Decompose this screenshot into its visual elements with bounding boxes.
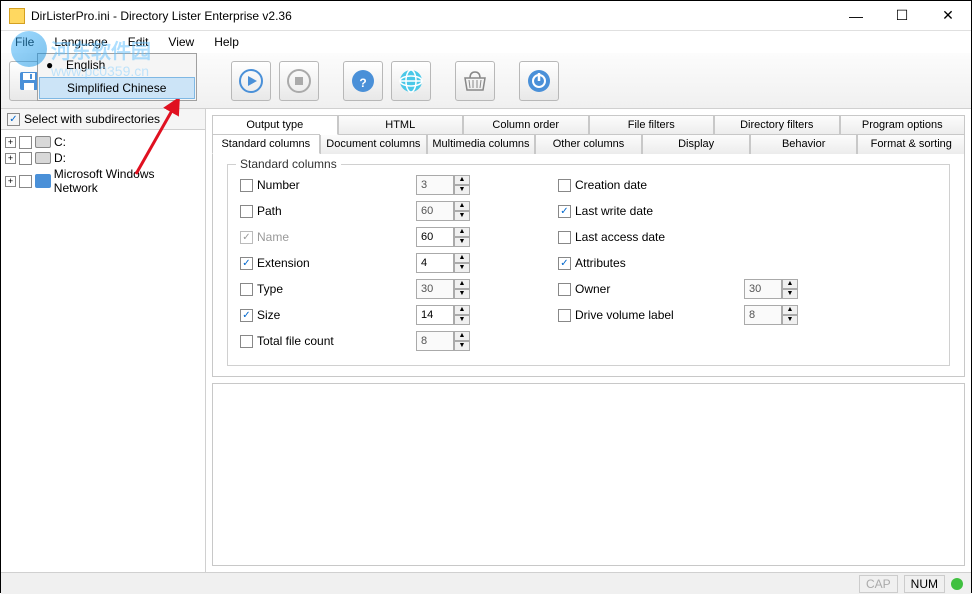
- checkbox-icon[interactable]: [19, 136, 32, 149]
- status-num: NUM: [904, 575, 945, 593]
- help-icon: ?: [351, 69, 375, 93]
- status-cap: CAP: [859, 575, 898, 593]
- checkbox-icon[interactable]: [19, 152, 32, 165]
- tree-node-network[interactable]: + Microsoft Windows Network: [5, 166, 201, 196]
- checkbox-icon[interactable]: [19, 175, 32, 188]
- spin-number[interactable]: ▲▼: [416, 175, 472, 195]
- checkbox-icon: [7, 113, 20, 126]
- network-icon: [35, 174, 51, 188]
- tab-content: Standard columns Number ▲▼ Creation date…: [212, 153, 965, 377]
- spin-name[interactable]: ▲▼: [416, 227, 472, 247]
- tab-html[interactable]: HTML: [338, 115, 464, 135]
- chk-size[interactable]: Size: [240, 308, 400, 322]
- menu-help[interactable]: Help: [206, 33, 247, 51]
- directory-tree-panel: Select with subdirectories + C: + D: + M…: [1, 109, 206, 572]
- web-button[interactable]: [391, 61, 431, 101]
- spin-extension[interactable]: ▲▼: [416, 253, 472, 273]
- tree-node-c[interactable]: + C:: [5, 134, 201, 150]
- check-icon: ●: [46, 58, 53, 72]
- chk-number[interactable]: Number: [240, 178, 400, 192]
- spin-path[interactable]: ▲▼: [416, 201, 472, 221]
- power-button[interactable]: [519, 61, 559, 101]
- output-preview: [212, 383, 965, 566]
- svg-text:?: ?: [359, 76, 366, 90]
- expand-icon[interactable]: +: [5, 153, 16, 164]
- lang-chinese-label: Simplified Chinese: [67, 81, 166, 95]
- menubar: File Language Edit View Help: [1, 31, 971, 53]
- tab-other-columns[interactable]: Other columns: [535, 134, 643, 154]
- app-icon: [9, 8, 25, 24]
- expand-icon[interactable]: +: [5, 137, 16, 148]
- menu-language[interactable]: Language: [46, 33, 115, 51]
- tabs-secondary: Standard columns Document columns Multim…: [212, 134, 965, 154]
- tab-display[interactable]: Display: [642, 134, 750, 154]
- status-indicator-icon: [951, 578, 963, 590]
- lang-english[interactable]: ● English: [38, 54, 196, 76]
- drive-icon: [35, 152, 51, 164]
- chk-path[interactable]: Path: [240, 204, 400, 218]
- spin-total[interactable]: ▲▼: [416, 331, 472, 351]
- select-subdirs-checkbox[interactable]: Select with subdirectories: [1, 109, 205, 130]
- tree-label: Microsoft Windows Network: [54, 167, 201, 195]
- chk-total[interactable]: Total file count: [240, 334, 400, 348]
- close-button[interactable]: ✕: [925, 1, 971, 30]
- drive-icon: [35, 136, 51, 148]
- chk-creation-date[interactable]: Creation date: [558, 178, 728, 192]
- chk-last-write[interactable]: Last write date: [558, 204, 728, 218]
- maximize-button[interactable]: ☐: [879, 1, 925, 30]
- fieldset-label: Standard columns: [236, 157, 341, 171]
- menu-file[interactable]: File: [7, 33, 42, 51]
- standard-columns-group: Standard columns Number ▲▼ Creation date…: [227, 164, 950, 366]
- tab-document-columns[interactable]: Document columns: [320, 134, 428, 154]
- power-icon: [527, 69, 551, 93]
- tab-directory-filters[interactable]: Directory filters: [714, 115, 840, 135]
- chk-extension[interactable]: Extension: [240, 256, 400, 270]
- tree-label: D:: [54, 151, 66, 165]
- tree-label: C:: [54, 135, 66, 149]
- titlebar: DirListerPro.ini - Directory Lister Ente…: [1, 1, 971, 31]
- chk-owner[interactable]: Owner: [558, 282, 728, 296]
- chk-name: Name: [240, 230, 400, 244]
- lang-english-label: English: [66, 58, 105, 72]
- play-button[interactable]: [231, 61, 271, 101]
- options-panel: Output type HTML Column order File filte…: [206, 109, 971, 572]
- tab-standard-columns[interactable]: Standard columns: [212, 134, 320, 154]
- tab-multimedia-columns[interactable]: Multimedia columns: [427, 134, 535, 154]
- spin-size[interactable]: ▲▼: [416, 305, 472, 325]
- menu-edit[interactable]: Edit: [120, 33, 157, 51]
- minimize-button[interactable]: —: [833, 1, 879, 30]
- window-title: DirListerPro.ini - Directory Lister Ente…: [31, 9, 833, 23]
- spin-volume[interactable]: ▲▼: [744, 305, 800, 325]
- statusbar: CAP NUM: [1, 572, 971, 594]
- spin-owner[interactable]: ▲▼: [744, 279, 800, 299]
- basket-icon: [462, 70, 488, 92]
- tab-column-order[interactable]: Column order: [463, 115, 589, 135]
- basket-button[interactable]: [455, 61, 495, 101]
- play-icon: [239, 69, 263, 93]
- tab-file-filters[interactable]: File filters: [589, 115, 715, 135]
- lang-chinese[interactable]: Simplified Chinese: [39, 77, 195, 99]
- expand-icon[interactable]: +: [5, 176, 16, 187]
- tab-behavior[interactable]: Behavior: [750, 134, 858, 154]
- directory-tree: + C: + D: + Microsoft Windows Network: [1, 130, 205, 200]
- chk-attributes[interactable]: Attributes: [558, 256, 728, 270]
- tree-node-d[interactable]: + D:: [5, 150, 201, 166]
- globe-icon: [399, 69, 423, 93]
- tabs-primary: Output type HTML Column order File filte…: [212, 115, 965, 135]
- stop-button[interactable]: [279, 61, 319, 101]
- language-menu: ● English Simplified Chinese: [37, 53, 197, 101]
- menu-view[interactable]: View: [160, 33, 202, 51]
- chk-volume[interactable]: Drive volume label: [558, 308, 728, 322]
- chk-type[interactable]: Type: [240, 282, 400, 296]
- select-subdirs-label: Select with subdirectories: [24, 112, 160, 126]
- tab-program-options[interactable]: Program options: [840, 115, 966, 135]
- tab-format-sorting[interactable]: Format & sorting: [857, 134, 965, 154]
- spin-type[interactable]: ▲▼: [416, 279, 472, 299]
- tab-output-type[interactable]: Output type: [212, 115, 338, 135]
- stop-icon: [287, 69, 311, 93]
- help-button[interactable]: ?: [343, 61, 383, 101]
- chk-last-access[interactable]: Last access date: [558, 230, 728, 244]
